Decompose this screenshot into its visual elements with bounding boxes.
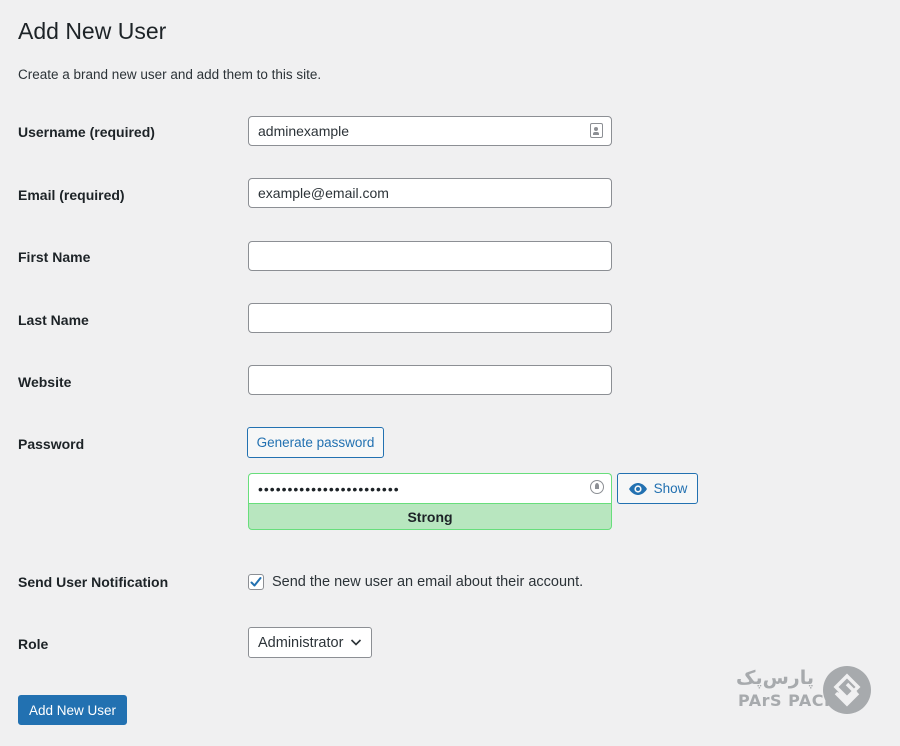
generate-password-button[interactable]: Generate password — [247, 427, 384, 458]
show-password-label: Show — [653, 481, 688, 496]
notification-text: Send the new user an email about their a… — [272, 574, 584, 590]
role-label: Role — [18, 636, 49, 652]
last-name-label: Last Name — [18, 312, 89, 328]
brand-watermark: پارس‌پک PArS PACK — [736, 664, 876, 718]
eye-icon — [628, 482, 647, 495]
role-selected-value: Administrator — [258, 634, 344, 651]
first-name-input[interactable] — [248, 241, 612, 271]
website-input[interactable] — [248, 365, 612, 395]
username-label: Username (required) — [18, 124, 155, 140]
notification-checkbox[interactable] — [248, 574, 264, 590]
website-label: Website — [18, 374, 72, 390]
password-manager-icon — [590, 480, 604, 494]
email-label: Email (required) — [18, 187, 125, 203]
chevron-down-icon — [350, 639, 362, 646]
watermark-text-fa: پارس‌پک — [735, 667, 814, 689]
password-strength-indicator: Strong — [248, 503, 612, 530]
show-password-button[interactable]: Show — [617, 473, 698, 504]
page-title: Add New User — [18, 18, 167, 44]
parspack-logo-icon — [823, 666, 871, 714]
page-description: Create a brand new user and add them to … — [18, 67, 322, 82]
contact-card-icon — [590, 123, 603, 138]
password-label: Password — [18, 436, 85, 452]
add-new-user-button[interactable]: Add New User — [18, 695, 127, 725]
first-name-label: First Name — [18, 249, 91, 265]
checkmark-icon — [250, 577, 262, 587]
password-input[interactable] — [248, 473, 612, 503]
email-input[interactable] — [248, 178, 612, 208]
last-name-input[interactable] — [248, 303, 612, 333]
role-select[interactable]: Administrator — [248, 627, 372, 658]
notification-label: Send User Notification — [18, 574, 169, 590]
username-input[interactable] — [248, 116, 612, 146]
